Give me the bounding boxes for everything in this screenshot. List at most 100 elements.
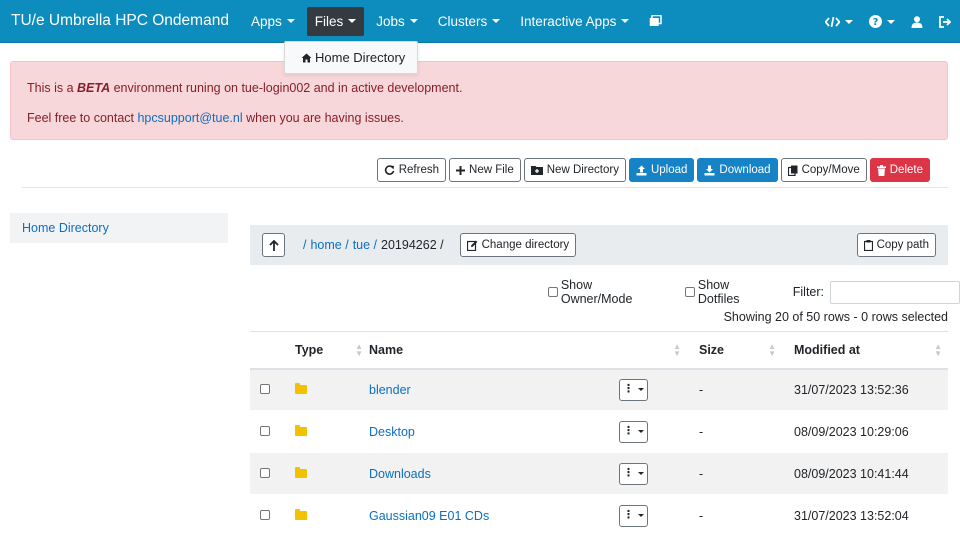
select-header xyxy=(250,331,287,370)
sort-icon: ▲ ▼ xyxy=(355,342,363,358)
file-name-link[interactable]: Desktop xyxy=(369,425,415,439)
size-header[interactable]: Size ▲ ▼ xyxy=(687,331,782,370)
table-row[interactable]: blender ⋮ - 31/07/2023 13:52:36 xyxy=(250,368,948,411)
row-actions-button[interactable]: ⋮ xyxy=(619,378,648,401)
trash-icon xyxy=(876,164,886,176)
file-size: - xyxy=(687,494,782,537)
chevron-down-icon xyxy=(638,388,644,392)
plus-icon xyxy=(456,165,466,175)
row-checkbox[interactable] xyxy=(260,425,270,436)
chevron-down-icon xyxy=(845,19,853,24)
row-actions-button[interactable]: ⋮ xyxy=(619,462,648,485)
file-table-body: Type ▲ ▼ Name ▲ ▼ Size ▲ ▼ Modified at ▲ ▼ blend… xyxy=(250,331,948,537)
breadcrumb: / home / tue / 20194262 / xyxy=(303,238,444,252)
code-icon xyxy=(825,16,840,27)
new-directory-button[interactable]: New Directory xyxy=(523,158,626,182)
dropdown-item-home-directory[interactable]: Home Directory xyxy=(301,50,405,65)
copy-path-button[interactable]: Copy path xyxy=(856,233,936,257)
windows-stack-icon xyxy=(650,15,663,26)
upload-button[interactable]: Upload xyxy=(628,158,695,182)
download-icon xyxy=(704,165,715,175)
show-dotfiles-option[interactable]: Show Dotfiles xyxy=(685,278,773,306)
home-icon xyxy=(301,53,312,62)
nav-files[interactable]: Files xyxy=(306,6,365,36)
show-owner-mode-checkbox[interactable] xyxy=(548,287,558,297)
breadcrumb-root[interactable]: / xyxy=(303,238,306,252)
more-vertical-icon: ⋮ xyxy=(623,467,634,479)
more-vertical-icon: ⋮ xyxy=(623,509,634,521)
table-row[interactable]: Gaussian09 E01 CDs ⋮ - 31/07/2023 13:52:… xyxy=(250,494,948,537)
name-header[interactable]: Name ▲ ▼ xyxy=(369,331,687,370)
svg-text:?: ? xyxy=(873,17,879,28)
refresh-icon xyxy=(384,164,395,175)
alert-prefix: This is a xyxy=(27,81,78,95)
show-dotfiles-label: Show Dotfiles xyxy=(697,278,740,306)
help-menu[interactable]: ? xyxy=(869,15,895,28)
show-dotfiles-checkbox[interactable] xyxy=(685,287,695,297)
copy-icon xyxy=(787,165,798,176)
nav-interactive-apps-label: Interactive Apps xyxy=(520,13,617,29)
filter-label: Filter: xyxy=(792,285,824,299)
arrow-up-icon xyxy=(268,239,279,251)
file-size: - xyxy=(687,410,782,453)
dropdown-item-label: Home Directory xyxy=(315,50,406,65)
filter-input[interactable] xyxy=(830,280,960,304)
file-modified: 08/09/2023 10:29:06 xyxy=(782,410,948,453)
file-name-link[interactable]: Downloads xyxy=(369,467,431,481)
copy-move-button[interactable]: Copy/Move xyxy=(780,158,867,182)
folder-icon xyxy=(295,424,307,436)
developer-menu[interactable] xyxy=(825,16,853,28)
nav-files-label: Files xyxy=(314,13,344,29)
sort-icon: ▲ ▼ xyxy=(934,342,942,358)
file-name-link[interactable]: blender xyxy=(369,383,411,397)
show-owner-mode-option[interactable]: Show Owner/Mode xyxy=(548,278,665,306)
support-email-link[interactable]: hpcsupport@tue.nl xyxy=(137,111,242,125)
go-up-button[interactable] xyxy=(262,233,285,257)
breadcrumb-tue[interactable]: tue / xyxy=(353,238,377,252)
alert-suffix: environment runing on tue-login002 and i… xyxy=(110,81,463,95)
delete-label: Delete xyxy=(889,164,923,176)
nav-jobs-label: Jobs xyxy=(376,13,405,29)
upload-icon xyxy=(636,165,647,175)
table-row[interactable]: Desktop ⋮ - 08/09/2023 10:29:06 xyxy=(250,410,948,453)
name-header-label: Name xyxy=(369,342,404,357)
nav-apps-label: Apps xyxy=(250,13,282,29)
sidebar-item-home-directory[interactable]: Home Directory xyxy=(10,213,228,243)
modified-header[interactable]: Modified at ▲ ▼ xyxy=(782,331,948,370)
file-size: - xyxy=(687,452,782,495)
table-row[interactable]: Downloads ⋮ - 08/09/2023 10:41:44 xyxy=(250,452,948,495)
row-actions-button[interactable]: ⋮ xyxy=(619,504,648,527)
breadcrumb-home[interactable]: home / xyxy=(310,238,348,252)
nav-apps[interactable]: Apps xyxy=(243,7,303,36)
file-name-link[interactable]: Gaussian09 E01 CDs xyxy=(369,509,489,523)
brand-title[interactable]: TU/e Umbrella HPC Ondemand xyxy=(11,12,229,30)
copy-move-label: Copy/Move xyxy=(801,164,860,176)
chevron-down-icon xyxy=(638,514,644,517)
row-checkbox[interactable] xyxy=(260,509,270,520)
type-header-label: Type xyxy=(295,342,324,357)
breadcrumb-current: 20194262 / xyxy=(381,238,444,252)
logout-icon[interactable] xyxy=(939,15,952,28)
file-modified: 31/07/2023 13:52:36 xyxy=(782,368,948,411)
folder-icon xyxy=(295,466,307,478)
new-file-button[interactable]: New File xyxy=(449,158,521,182)
row-checkbox[interactable] xyxy=(260,383,270,394)
alert-contact-suffix: when you are having issues. xyxy=(242,111,404,125)
nav-interactive-apps[interactable]: Interactive Apps xyxy=(512,7,637,36)
navbar-right: ? xyxy=(825,0,952,43)
alert-line-2: Feel free to contact hpcsupport@tue.nl w… xyxy=(27,103,931,133)
nav-sessions[interactable] xyxy=(641,7,670,36)
row-actions-button[interactable]: ⋮ xyxy=(619,420,648,443)
folder-plus-icon xyxy=(530,166,543,175)
delete-button[interactable]: Delete xyxy=(869,158,930,182)
download-button[interactable]: Download xyxy=(697,158,778,182)
refresh-button[interactable]: Refresh xyxy=(376,158,447,182)
row-checkbox[interactable] xyxy=(260,467,270,478)
nav-clusters[interactable]: Clusters xyxy=(430,7,509,36)
change-directory-button[interactable]: Change directory xyxy=(459,233,577,257)
user-icon[interactable] xyxy=(911,15,923,28)
type-header[interactable]: Type ▲ ▼ xyxy=(287,331,369,370)
edit-icon xyxy=(466,240,477,251)
nav-jobs[interactable]: Jobs xyxy=(368,7,426,36)
change-directory-label: Change directory xyxy=(481,239,570,251)
